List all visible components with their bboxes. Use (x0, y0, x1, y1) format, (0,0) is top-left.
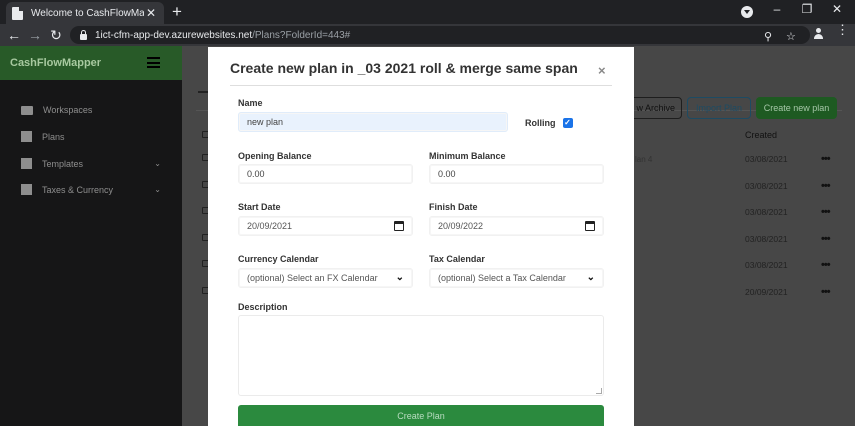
chevron-down-icon: ⌄ (395, 272, 404, 283)
page-icon (12, 6, 23, 20)
app-logo[interactable]: CashFlowMapper (10, 57, 101, 69)
url-field[interactable]: 1ict-cfm-app-dev.azurewebsites.net /Plan… (70, 26, 810, 44)
currency-calendar-select[interactable]: (optional) Select an FX Calendar ⌄ (238, 268, 413, 288)
row-created-date: 03/08/2021 (745, 234, 788, 244)
back-button[interactable]: ← (6, 27, 22, 43)
sidebar: CashFlowMapper Workspaces Plans Template… (0, 46, 182, 426)
minimum-balance-label: Minimum Balance (429, 151, 506, 161)
browser-tab-bar: Welcome to CashFlowMapper ✕ + – ❐ ✕ (0, 0, 855, 24)
folder-icon (21, 105, 33, 115)
name-field[interactable] (238, 112, 508, 132)
search-icon[interactable]: ⚲ (764, 30, 772, 43)
row-created-date: 03/08/2021 (745, 181, 788, 191)
forward-button[interactable]: → (27, 27, 43, 43)
row-created-date: 20/09/2021 (745, 287, 788, 297)
rolling-checkbox[interactable]: ✓ (562, 118, 573, 128)
description-textarea[interactable] (238, 315, 604, 396)
rolling-label: Rolling (525, 118, 556, 128)
opening-balance-input[interactable] (247, 169, 412, 179)
browser-menu-icon[interactable]: ⋮ (836, 23, 849, 36)
start-date-field[interactable]: 20/09/2021 (238, 216, 413, 236)
tax-calendar-value: (optional) Select a Tax Calendar (438, 273, 566, 283)
name-label: Name (238, 98, 263, 108)
minimum-balance-input[interactable] (438, 169, 603, 179)
browser-tab[interactable]: Welcome to CashFlowMapper ✕ (6, 2, 164, 24)
create-new-plan-button[interactable]: Create new plan (756, 97, 837, 119)
dialog-divider (230, 85, 612, 86)
sidebar-item-workspaces[interactable]: Workspaces (21, 105, 161, 115)
currency-calendar-label: Currency Calendar (238, 254, 319, 264)
calendar-icon (21, 184, 32, 195)
tab-title: Welcome to CashFlowMapper (31, 7, 144, 19)
rolling-option[interactable]: Rolling ✓ (525, 118, 573, 128)
row-menu-button[interactable]: ••• (821, 206, 831, 218)
row-menu-button[interactable]: ••• (821, 233, 831, 245)
window-close-button[interactable]: ✕ (829, 2, 845, 16)
chevron-down-icon: ⌄ (154, 185, 161, 194)
tab-close-icon[interactable]: ✕ (144, 6, 158, 20)
sidebar-item-label: Taxes & Currency (42, 184, 114, 195)
dialog-title: Create new plan in _03 2021 roll & merge… (230, 60, 578, 76)
chevron-down-icon: ⌄ (154, 159, 161, 168)
app-viewport: CashFlowMapper Workspaces Plans Template… (0, 46, 855, 426)
sidebar-item-label: Templates (42, 158, 84, 169)
profile-icon[interactable] (812, 27, 825, 40)
finish-date-value: 20/09/2022 (438, 221, 484, 231)
reload-button[interactable]: ↻ (48, 27, 64, 43)
minimize-button[interactable]: – (769, 2, 785, 16)
sidebar-item-label: Workspaces (43, 105, 93, 115)
opening-balance-field[interactable] (238, 164, 413, 184)
import-plan-button[interactable]: Import Plan (687, 97, 751, 119)
name-input[interactable] (247, 117, 507, 127)
dialog-header: Create new plan in _03 2021 roll & merge… (230, 60, 618, 76)
tab-search-icon[interactable] (741, 6, 753, 18)
row-name[interactable]: lan 4 (635, 155, 652, 164)
lock-icon (80, 29, 87, 40)
calendar-icon[interactable] (585, 221, 595, 231)
row-menu-button[interactable]: ••• (821, 153, 831, 165)
row-created-date: 03/08/2021 (745, 260, 788, 270)
finish-date-label: Finish Date (429, 202, 478, 212)
finish-date-field[interactable]: 20/09/2022 (429, 216, 604, 236)
calendar-icon[interactable] (394, 221, 404, 231)
sidebar-item-label: Plans (42, 131, 65, 142)
brand-bar: CashFlowMapper (0, 46, 182, 80)
start-date-label: Start Date (238, 202, 281, 212)
row-menu-button[interactable]: ••• (821, 259, 831, 271)
star-icon[interactable]: ☆ (786, 30, 796, 43)
row-created-date: 03/08/2021 (745, 154, 788, 164)
restore-button[interactable]: ❐ (799, 2, 815, 16)
sidebar-item-taxes-currency[interactable]: Taxes & Currency ⌄ (21, 184, 161, 195)
tax-calendar-label: Tax Calendar (429, 254, 485, 264)
sidebar-item-templates[interactable]: Templates ⌄ (21, 158, 161, 169)
row-created-date: 03/08/2021 (745, 207, 788, 217)
new-tab-button[interactable]: + (172, 3, 182, 21)
currency-calendar-value: (optional) Select an FX Calendar (247, 273, 378, 283)
resize-handle[interactable] (596, 388, 602, 394)
download-icon (21, 158, 32, 169)
tax-calendar-select[interactable]: (optional) Select a Tax Calendar ⌄ (429, 268, 604, 288)
sidebar-item-plans[interactable]: Plans (21, 131, 161, 142)
address-bar-row: ← → ↻ 1ict-cfm-app-dev.azurewebsites.net… (0, 24, 855, 46)
url-path: /Plans?FolderId=443# (252, 29, 351, 41)
checkbox-icon (21, 131, 32, 142)
opening-balance-label: Opening Balance (238, 151, 312, 161)
chevron-down-icon: ⌄ (586, 272, 595, 283)
minimum-balance-field[interactable] (429, 164, 604, 184)
row-menu-button[interactable]: ••• (821, 180, 831, 192)
row-menu-button[interactable]: ••• (821, 286, 831, 298)
url-host: 1ict-cfm-app-dev.azurewebsites.net (95, 29, 253, 41)
create-plan-dialog: Create new plan in _03 2021 roll & merge… (208, 47, 634, 426)
column-header-created[interactable]: Created (745, 130, 777, 140)
start-date-value: 20/09/2021 (247, 221, 293, 231)
close-icon[interactable]: × (598, 63, 606, 78)
description-label: Description (238, 302, 288, 312)
tab-indicator (198, 91, 208, 93)
hamburger-menu-icon[interactable] (147, 57, 160, 68)
create-plan-button[interactable]: Create Plan (238, 405, 604, 426)
